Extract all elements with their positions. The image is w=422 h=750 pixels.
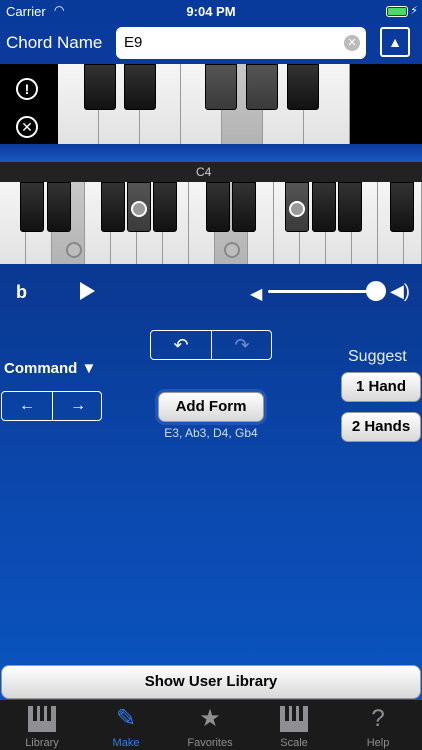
volume-high-icon: ◀) — [390, 281, 410, 301]
chord-name-input[interactable]: E9 — [116, 27, 366, 59]
black-key[interactable] — [84, 64, 116, 110]
command-arrows-group: ← → — [1, 391, 102, 421]
volume-slider[interactable] — [268, 290, 376, 293]
black-key[interactable] — [287, 64, 319, 110]
pencil-icon: ✎ — [115, 705, 137, 732]
right-arrow-button[interactable]: → — [53, 392, 103, 420]
tab-make[interactable]: ✎ Make — [84, 700, 168, 750]
scale-icon — [280, 706, 308, 732]
left-arrow-button[interactable]: ← — [2, 392, 52, 420]
tab-label: Make — [112, 737, 140, 749]
clear-icon[interactable]: ✕ — [344, 35, 360, 51]
black-key[interactable] — [124, 64, 156, 110]
library-icon — [28, 706, 56, 732]
note-marker — [66, 242, 82, 258]
suggest-label: Suggest — [348, 348, 407, 365]
black-key-highlighted[interactable] — [205, 64, 237, 110]
volume-low-icon: ◀ — [250, 286, 263, 303]
undo-button[interactable]: ↶ — [151, 331, 211, 359]
volume-slider-handle[interactable] — [366, 281, 386, 301]
black-key[interactable] — [153, 182, 177, 232]
two-hands-button[interactable]: 2 Hands — [341, 412, 421, 442]
note-marker — [131, 201, 147, 217]
question-icon: ? — [371, 705, 385, 732]
black-key[interactable] — [312, 182, 336, 232]
status-bar: Carrier ◠ 9:04 PM ⚡ — [0, 0, 422, 24]
alert-icon[interactable]: ! — [16, 78, 38, 100]
black-key[interactable] — [338, 182, 362, 232]
battery-icon — [386, 6, 408, 17]
flat-toggle-button[interactable]: b — [16, 282, 27, 303]
tab-label: Help — [366, 737, 390, 749]
black-key[interactable] — [101, 182, 125, 232]
undo-redo-group: ↶ ↷ — [150, 330, 272, 360]
black-key[interactable] — [390, 182, 414, 232]
tab-label: Scale — [280, 737, 308, 749]
black-key[interactable] — [232, 182, 256, 232]
octave-bar: C4 — [0, 162, 422, 182]
command-dropdown[interactable]: Command ▼ — [4, 360, 96, 377]
chord-preview-keyboard — [58, 64, 350, 144]
tab-help[interactable]: ? Help — [336, 700, 420, 750]
tab-label: Favorites — [187, 737, 233, 749]
octave-label: C4 — [196, 165, 212, 179]
close-icon[interactable]: ✕ — [16, 116, 38, 138]
tab-favorites[interactable]: ★ Favorites — [168, 700, 252, 750]
black-key[interactable] — [20, 182, 44, 232]
star-icon: ★ — [199, 705, 221, 732]
play-icon[interactable] — [80, 282, 95, 300]
clock: 9:04 PM — [186, 4, 236, 19]
black-key-highlighted[interactable] — [246, 64, 278, 110]
tab-library[interactable]: Library — [0, 700, 84, 750]
note-marker — [289, 201, 305, 217]
redo-button[interactable]: ↷ — [212, 331, 272, 359]
note-marker — [224, 242, 240, 258]
show-user-library-button[interactable]: Show User Library — [1, 665, 421, 699]
black-key[interactable] — [206, 182, 230, 232]
tab-scale[interactable]: Scale — [252, 700, 336, 750]
one-hand-button[interactable]: 1 Hand — [341, 372, 421, 402]
black-key[interactable] — [47, 182, 71, 232]
chord-name-label: Chord Name — [6, 33, 103, 52]
panel-divider — [0, 144, 422, 162]
chord-preview-panel: ! ✕ — [0, 64, 422, 144]
tab-label: Library — [25, 737, 59, 749]
add-form-button[interactable]: Add Form — [158, 392, 264, 422]
tab-bar: Library ✎ Make ★ Favorites Scale ? Help — [0, 700, 422, 750]
charging-icon: ⚡ — [410, 5, 418, 17]
collapse-button[interactable]: ▲ — [380, 27, 410, 57]
main-keyboard[interactable] — [0, 182, 422, 264]
chord-name-bar: Chord Name E9 ✕ ▲ — [0, 24, 422, 64]
